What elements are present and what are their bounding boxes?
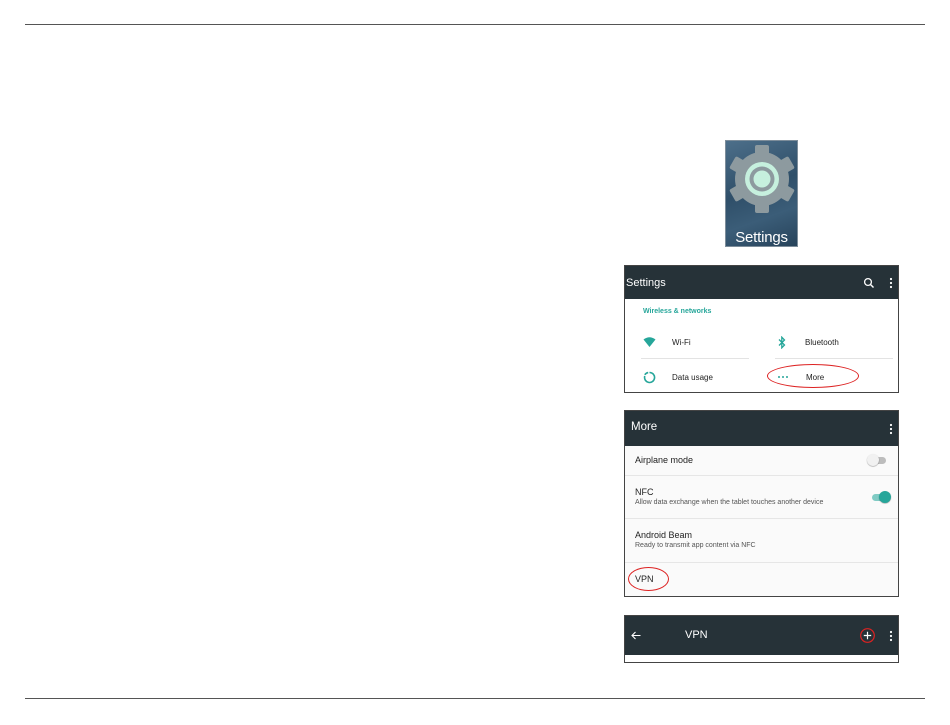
overflow-menu-icon[interactable] <box>889 616 893 655</box>
pref-title: VPN <box>635 574 654 584</box>
tile-label: Bluetooth <box>805 337 839 347</box>
search-icon[interactable] <box>863 266 875 299</box>
settings-app-icon[interactable]: Settings <box>725 140 798 247</box>
back-arrow-icon[interactable] <box>631 616 641 655</box>
pref-summary: Ready to transmit app content via NFC <box>635 542 756 549</box>
vpn-screen: VPN <box>624 615 899 663</box>
overflow-menu-icon[interactable] <box>889 266 893 299</box>
pref-airplane-mode[interactable]: Airplane mode <box>635 455 893 465</box>
pref-nfc[interactable]: NFC Allow data exchange when the tablet … <box>635 487 893 506</box>
pref-title: Android Beam <box>635 530 693 540</box>
switch-thumb <box>867 454 879 466</box>
nfc-switch[interactable] <box>871 490 891 504</box>
header-rule <box>25 24 925 25</box>
switch-thumb <box>879 491 891 503</box>
overflow-menu-icon[interactable] <box>889 411 893 446</box>
tile-wifi[interactable]: Wi-Fi <box>642 335 691 349</box>
bluetooth-icon <box>775 335 789 349</box>
more-toolbar: More <box>625 411 898 446</box>
settings-toolbar: Settings <box>625 266 898 299</box>
pref-summary: Allow data exchange when the tablet touc… <box>635 499 824 506</box>
settings-screen: Settings Wireless & networks Wi-Fi Bluet… <box>624 265 899 393</box>
pref-title: Airplane mode <box>635 455 694 465</box>
pref-vpn[interactable]: VPN <box>635 574 893 584</box>
more-title: More <box>631 421 658 433</box>
vpn-toolbar: VPN <box>625 616 898 655</box>
tile-bluetooth[interactable]: Bluetooth <box>775 335 839 349</box>
more-screen: More Airplane mode NFC Allow data exchan… <box>624 410 899 597</box>
section-wireless-networks: Wireless & networks <box>643 308 712 315</box>
settings-title: Settings <box>626 277 666 289</box>
settings-gear-icon <box>729 145 795 213</box>
divider <box>775 358 893 359</box>
row-divider <box>625 562 898 563</box>
highlight-vpn <box>628 567 669 591</box>
airplane-mode-switch[interactable] <box>867 453 887 467</box>
app-icon-label: Settings <box>735 229 788 246</box>
footer-rule <box>25 698 925 699</box>
row-divider <box>625 475 898 476</box>
data-usage-icon <box>642 370 656 384</box>
row-divider <box>625 518 898 519</box>
pref-title: NFC <box>635 487 654 497</box>
highlight-more <box>767 364 859 388</box>
add-icon[interactable] <box>860 616 875 655</box>
vpn-title: VPN <box>685 629 708 641</box>
tile-data-usage[interactable]: Data usage <box>642 370 713 384</box>
tile-label: Data usage <box>672 372 713 382</box>
divider <box>641 358 749 359</box>
pref-android-beam[interactable]: Android Beam Ready to transmit app conte… <box>635 530 893 549</box>
wifi-icon <box>642 335 656 349</box>
tile-label: Wi-Fi <box>672 337 691 347</box>
